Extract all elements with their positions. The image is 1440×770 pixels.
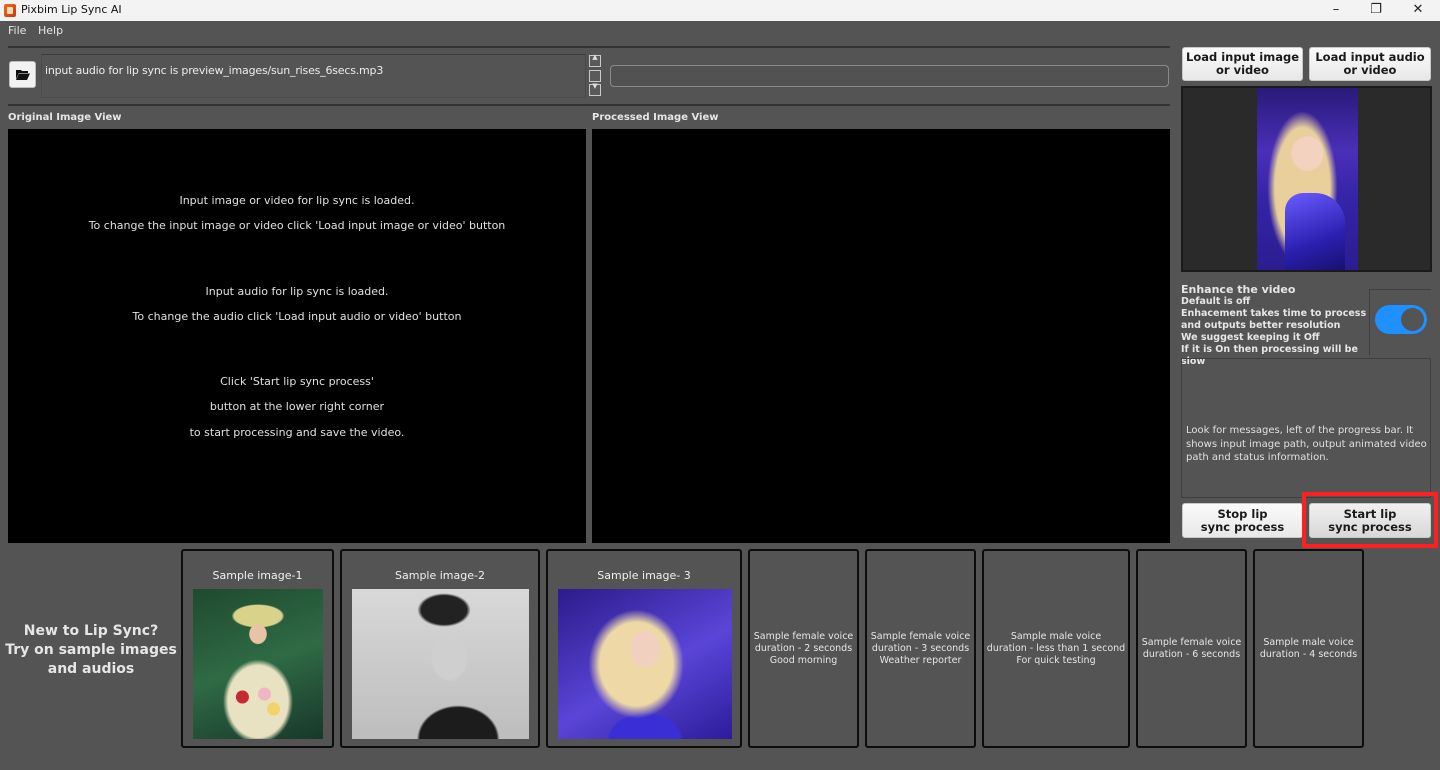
- scroll-down-button[interactable]: ▼: [589, 82, 601, 96]
- sample-voice-label: Sample male voice duration - less than 1…: [986, 630, 1126, 666]
- sample-image-card-1[interactable]: Sample image-1: [181, 549, 334, 748]
- sample-image-label: Sample image- 3: [597, 569, 691, 582]
- view-message: Input audio for lip sync is loaded.: [205, 285, 389, 298]
- sample-voice-card-5[interactable]: Sample male voice duration - 4 seconds: [1253, 549, 1364, 748]
- toggle-knob: [1401, 308, 1424, 331]
- stop-lip-sync-button[interactable]: Stop lip sync process: [1182, 503, 1303, 538]
- sample-image-thumbnail: [193, 589, 323, 739]
- minimize-button[interactable]: –: [1316, 0, 1356, 21]
- app-logo-icon: [4, 4, 16, 17]
- sample-image-card-3[interactable]: Sample image- 3: [546, 549, 742, 748]
- processed-view-label: Processed Image View: [592, 112, 719, 123]
- separator: [8, 104, 1170, 106]
- menu-bar: File Help: [0, 21, 1440, 41]
- enhance-line: We suggest keeping it Off: [1181, 332, 1320, 343]
- progress-bar: [610, 65, 1169, 87]
- sample-image-label: Sample image-1: [212, 569, 303, 582]
- stop-lip-sync-label: Stop lip sync process: [1200, 506, 1285, 534]
- sample-image-card-2[interactable]: Sample image-2: [340, 549, 540, 748]
- folder-open-icon: [16, 70, 30, 80]
- enhance-section: Enhance the video Default is off Enhacem…: [1181, 283, 1371, 368]
- scroll-up-button[interactable]: ▲: [589, 53, 601, 67]
- status-message: input audio for lip sync is preview_imag…: [45, 64, 384, 77]
- sample-voice-card-2[interactable]: Sample female voice duration - 3 seconds…: [865, 549, 976, 748]
- sample-image-thumbnail: [352, 589, 529, 739]
- status-message-box: input audio for lip sync is preview_imag…: [41, 54, 586, 98]
- sample-voice-card-3[interactable]: Sample male voice duration - less than 1…: [982, 549, 1130, 748]
- load-input-image-button[interactable]: Load input image or video: [1182, 47, 1303, 81]
- window-title: Pixbim Lip Sync AI: [21, 3, 122, 16]
- menu-file[interactable]: File: [8, 24, 26, 37]
- view-message: Click 'Start lip sync process': [220, 375, 374, 388]
- sample-voice-label: Sample male voice duration - 4 seconds: [1259, 636, 1358, 660]
- scroll-thumb[interactable]: [589, 70, 601, 82]
- samples-cta: New to Lip Sync? Try on sample images an…: [5, 623, 177, 677]
- info-box: Look for messages, left of the progress …: [1181, 358, 1431, 498]
- sample-image-label: Sample image-2: [395, 569, 485, 582]
- input-preview-image: [1257, 88, 1358, 270]
- title-bar: Pixbim Lip Sync AI – ❐ ✕: [0, 0, 1440, 21]
- sample-voice-label: Sample female voice duration - 2 seconds…: [753, 630, 854, 666]
- input-preview: [1181, 86, 1432, 272]
- sample-voice-card-1[interactable]: Sample female voice duration - 2 seconds…: [748, 549, 859, 748]
- sample-voice-label: Sample female voice duration - 6 seconds: [1141, 636, 1242, 660]
- view-message: to start processing and save the video.: [189, 426, 405, 439]
- view-message: Input image or video for lip sync is loa…: [179, 194, 415, 207]
- enhance-toggle[interactable]: [1375, 305, 1427, 334]
- restore-button[interactable]: ❐: [1356, 0, 1396, 21]
- view-message: To change the audio click 'Load input au…: [132, 310, 462, 323]
- sample-image-thumbnail: [558, 589, 732, 739]
- start-button-highlight: [1302, 492, 1438, 548]
- view-message: button at the lower right corner: [209, 400, 385, 413]
- enhance-line: Enhacement takes time to process: [1181, 308, 1367, 319]
- load-input-audio-button[interactable]: Load input audio or video: [1309, 47, 1431, 81]
- separator: [8, 46, 1170, 48]
- menu-help[interactable]: Help: [38, 24, 63, 37]
- info-text: Look for messages, left of the progress …: [1186, 425, 1427, 463]
- enhance-title: Enhance the video: [1181, 283, 1296, 296]
- enhance-line: Default is off: [1181, 296, 1251, 307]
- original-image-view: Input image or video for lip sync is loa…: [8, 129, 586, 543]
- sample-voice-label: Sample female voice duration - 3 seconds…: [870, 630, 971, 666]
- load-input-audio-label: Load input audio or video: [1315, 50, 1425, 77]
- original-view-label: Original Image View: [8, 112, 122, 123]
- enhance-line: and outputs better resolution: [1181, 320, 1341, 331]
- close-button[interactable]: ✕: [1398, 0, 1438, 21]
- processed-image-view: [592, 129, 1170, 543]
- message-scrollbar[interactable]: ▲ ▼: [589, 53, 602, 97]
- load-input-image-label: Load input image or video: [1186, 50, 1299, 77]
- sample-voice-card-4[interactable]: Sample female voice duration - 6 seconds: [1136, 549, 1247, 748]
- view-message: To change the input image or video click…: [88, 219, 506, 232]
- open-folder-button[interactable]: [9, 61, 36, 88]
